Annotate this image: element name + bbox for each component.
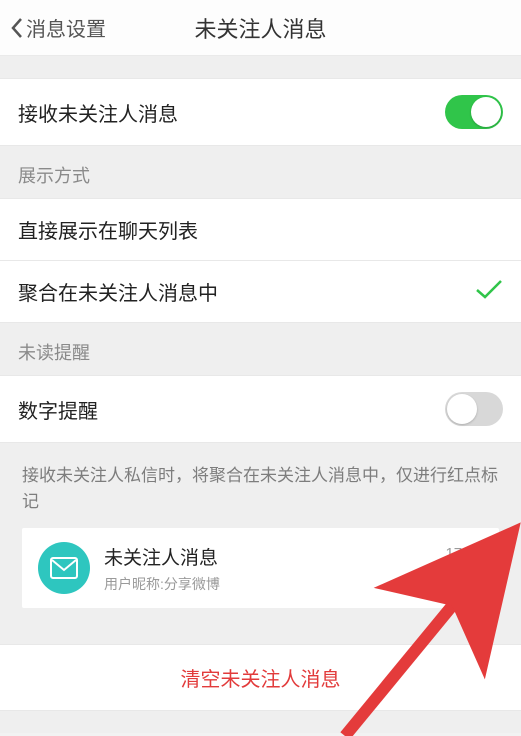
toggle-knob <box>447 394 477 424</box>
display-section-header: 展示方式 <box>0 146 521 198</box>
option-label: 聚合在未关注人消息中 <box>18 277 218 306</box>
back-button[interactable]: 消息设置 <box>0 13 106 42</box>
message-subtitle: 用户昵称:分享微博 <box>104 574 445 594</box>
message-right: 17:43 <box>445 545 483 591</box>
header-bar: 消息设置 未关注人消息 <box>0 0 521 56</box>
unread-section-header: 未读提醒 <box>0 323 521 375</box>
number-remind-toggle[interactable] <box>445 392 503 426</box>
receive-label: 接收未关注人消息 <box>18 98 178 127</box>
clear-label: 清空未关注人消息 <box>181 669 341 691</box>
option-label: 直接展示在聊天列表 <box>18 215 198 244</box>
info-text: 接收未关注人私信时，将聚合在未关注人消息中，仅进行红点标记 <box>22 463 499 514</box>
number-remind-label: 数字提醒 <box>18 395 98 424</box>
receive-row[interactable]: 接收未关注人消息 <box>0 78 521 146</box>
clear-button[interactable]: 清空未关注人消息 <box>0 644 521 711</box>
message-preview-card: 未关注人消息 用户昵称:分享微博 17:43 <box>22 528 499 608</box>
message-title: 未关注人消息 <box>104 543 445 570</box>
display-option-direct[interactable]: 直接展示在聊天列表 <box>0 198 521 261</box>
unread-red-dot <box>473 576 483 586</box>
display-option-aggregate[interactable]: 聚合在未关注人消息中 <box>0 261 521 323</box>
envelope-avatar <box>38 542 90 594</box>
message-time: 17:43 <box>445 545 483 562</box>
chevron-left-icon <box>10 17 24 39</box>
number-remind-row[interactable]: 数字提醒 <box>0 375 521 443</box>
message-body: 未关注人消息 用户昵称:分享微博 <box>104 543 445 594</box>
separator <box>0 56 521 78</box>
separator <box>0 630 521 644</box>
info-block: 接收未关注人私信时，将聚合在未关注人消息中，仅进行红点标记 未关注人消息 用户昵… <box>0 443 521 630</box>
toggle-knob <box>471 97 501 127</box>
page-title: 未关注人消息 <box>194 12 326 44</box>
back-label: 消息设置 <box>26 13 106 42</box>
separator <box>0 711 521 733</box>
checkmark-icon <box>475 278 503 306</box>
receive-toggle[interactable] <box>445 95 503 129</box>
envelope-icon <box>50 557 78 579</box>
